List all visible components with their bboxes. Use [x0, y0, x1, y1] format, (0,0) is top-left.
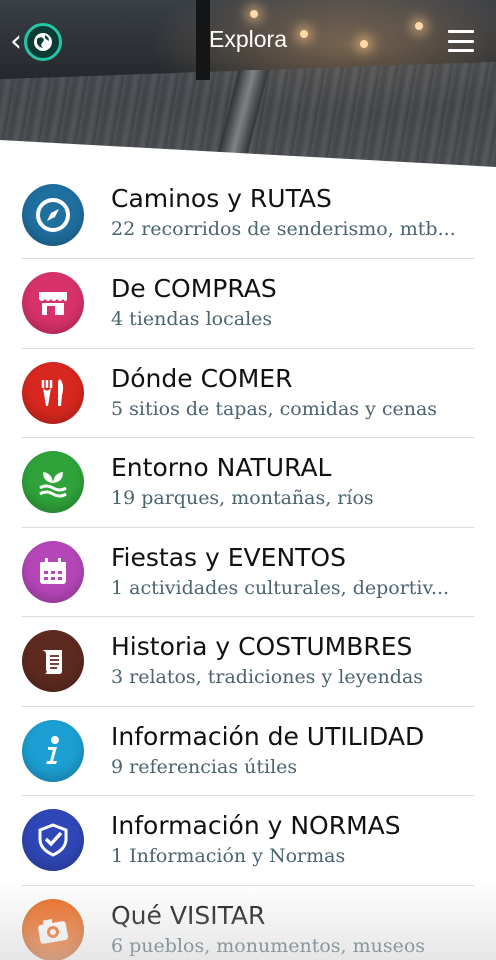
item-title: Fiestas y EVENTOS [111, 542, 346, 572]
scroll-icon [22, 630, 84, 693]
category-list: Caminos y RUTAS 22 recorridos de senderi… [22, 184, 474, 960]
item-title: Qué VISITAR [111, 900, 266, 930]
item-subtitle: 5 sitios de tapas, comidas y cenas [111, 397, 438, 420]
item-title: Información y NORMAS [111, 811, 401, 841]
header: ‹ Explora [0, 0, 496, 175]
item-title: Historia y COSTUMBRES [111, 632, 413, 662]
item-subtitle: 22 recorridos de senderismo, mtb... [111, 218, 456, 240]
item-title: De COMPRAS [111, 274, 277, 304]
camera-icon [22, 898, 84, 960]
item-subtitle: 1 actividades culturales, deportiv... [111, 576, 450, 599]
page-title: Explora [209, 26, 287, 52]
list-item-caminos[interactable]: Caminos y RUTAS 22 recorridos de senderi… [22, 184, 474, 259]
item-subtitle: 3 relatos, tradiciones y leyendas [111, 666, 424, 689]
list-item-natural[interactable]: Entorno NATURAL 19 parques, montañas, rí… [22, 438, 474, 528]
hamburger-menu-icon[interactable] [448, 30, 474, 52]
list-item-compras[interactable]: De COMPRAS 4 tiendas locales [22, 259, 474, 349]
item-subtitle: 19 parques, montañas, ríos [111, 487, 374, 510]
compass-icon [22, 184, 84, 246]
item-title: Entorno NATURAL [111, 453, 332, 483]
item-subtitle: 6 pueblos, monumentos, museos [111, 934, 426, 957]
shield-check-icon [22, 809, 84, 872]
item-title: Caminos y RUTAS [111, 184, 332, 213]
header-photo-light [250, 10, 258, 18]
list-item-comer[interactable]: Dónde COMER 5 sitios de tapas, comidas y… [22, 349, 474, 438]
item-title: Información de UTILIDAD [111, 721, 425, 751]
fork-knife-icon [22, 361, 84, 424]
info-icon [22, 719, 84, 782]
leaf-icon [22, 451, 84, 514]
list-item-visitar[interactable]: Qué VISITAR 6 pueblos, monumentos, museo… [22, 886, 474, 960]
list-item-utilidad[interactable]: Información de UTILIDAD 9 referencias út… [22, 707, 474, 796]
item-subtitle: 9 referencias útiles [111, 755, 298, 778]
list-item-eventos[interactable]: Fiestas y EVENTOS 1 actividades cultural… [22, 528, 474, 617]
list-item-normas[interactable]: Información y NORMAS 1 Información y Nor… [22, 796, 474, 886]
list-item-historia[interactable]: Historia y COSTUMBRES 3 relatos, tradici… [22, 617, 474, 707]
item-subtitle: 4 tiendas locales [111, 308, 273, 331]
calendar-icon [22, 540, 84, 603]
item-title: Dónde COMER [111, 363, 293, 393]
item-subtitle: 1 Información y Normas [111, 845, 346, 868]
shop-icon [22, 272, 84, 335]
